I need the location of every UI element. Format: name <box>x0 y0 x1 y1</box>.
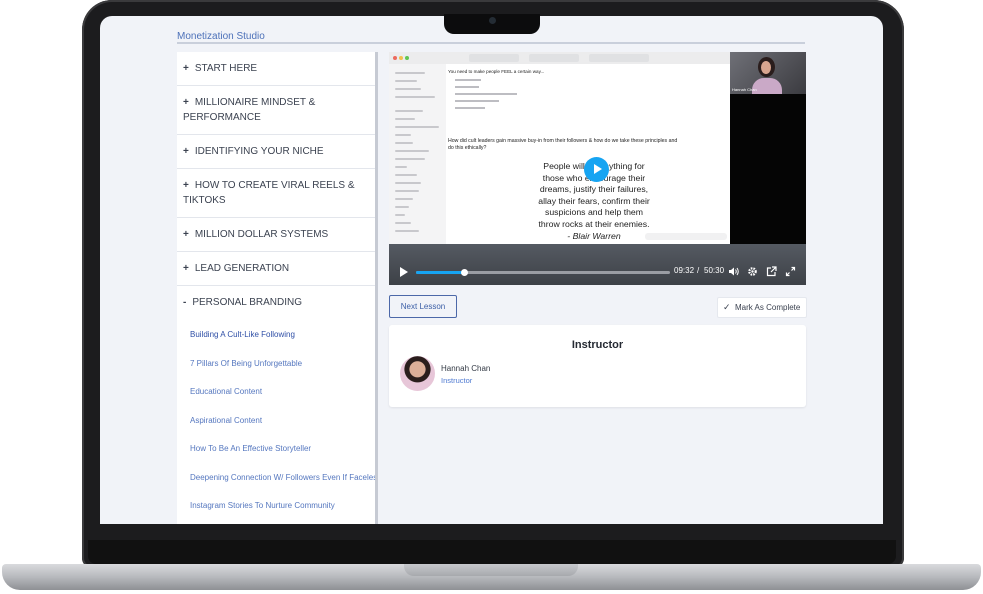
doc-heading: You need to make people FEEL a certain w… <box>448 69 545 74</box>
volume-icon[interactable] <box>728 266 739 277</box>
recorded-tab <box>469 54 519 62</box>
doc-bullet <box>455 93 517 95</box>
module-identifying-niche[interactable]: + IDENTIFYING YOUR NICHE <box>177 135 375 169</box>
sidebar-scrollbar[interactable] <box>375 52 378 524</box>
doc-bullet <box>455 86 479 88</box>
lesson-item[interactable]: Deepening Connection W/ Followers Even I… <box>177 464 375 493</box>
progress-scrubber[interactable] <box>460 269 468 276</box>
video-player[interactable]: You need to make people FEEL a certain w… <box>389 52 806 285</box>
doc-bullet <box>455 100 499 102</box>
next-lesson-button[interactable]: Next Lesson <box>389 295 457 318</box>
webcam-name-label: Hannah Chan <box>732 87 757 92</box>
expand-icon: + <box>183 97 189 108</box>
module-title: START HERE <box>194 63 258 74</box>
module-title: IDENTIFYING YOUR NICHE <box>194 146 324 157</box>
module-millionaire-mindset[interactable]: + MILLIONAIRE MINDSET & PERFORMANCE <box>177 86 375 135</box>
module-viral-reels[interactable]: + HOW TO CREATE VIRAL REELS & TIKTOKS <box>177 169 375 218</box>
lesson-item[interactable]: Educational Content <box>177 378 375 407</box>
minimize-dot-icon <box>399 56 403 60</box>
module-title: MILLION DOLLAR SYSTEMS <box>194 229 329 240</box>
expand-icon: + <box>183 180 189 191</box>
close-dot-icon <box>393 56 397 60</box>
settings-gear-icon[interactable] <box>747 266 758 277</box>
brand-title[interactable]: Monetization Studio <box>177 31 265 42</box>
progress-bar[interactable] <box>416 269 670 276</box>
mark-complete-button[interactable]: ✓ Mark As Complete <box>717 297 807 318</box>
quote-line: allay their fears, confirm their <box>538 195 650 206</box>
module-start-here[interactable]: + START HERE <box>177 52 375 86</box>
lesson-item[interactable]: Instagram Stories To Nurture Community <box>177 492 375 521</box>
recorded-tab <box>589 54 649 62</box>
presenter-face <box>761 61 771 74</box>
doc-question: How did cult leaders gain massive buy-in… <box>448 138 678 151</box>
quote-line: throw rocks at their enemies. <box>538 218 650 229</box>
recorded-sidebar <box>389 64 447 244</box>
zoom-dot-icon <box>405 56 409 60</box>
module-title: LEAD GENERATION <box>194 263 290 274</box>
instructor-card: Instructor Hannah Chan Instructor <box>389 325 806 407</box>
camera-notch <box>444 14 540 34</box>
webcam-letterbox <box>730 94 806 244</box>
time-separator: / <box>697 266 700 275</box>
instructor-role-link[interactable]: Instructor <box>441 376 472 385</box>
popout-icon[interactable] <box>766 266 777 277</box>
fullscreen-icon[interactable] <box>785 266 796 277</box>
lesson-item[interactable]: 7 Pillars Of Being Unforgettable <box>177 350 375 379</box>
module-million-dollar-systems[interactable]: + MILLION DOLLAR SYSTEMS <box>177 218 375 252</box>
checkmark-icon: ✓ <box>723 302 731 312</box>
expand-icon: + <box>183 263 189 274</box>
play-icon <box>594 164 602 174</box>
lesson-item[interactable]: Aspirational Content <box>177 407 375 436</box>
module-lead-generation[interactable]: + LEAD GENERATION <box>177 252 375 286</box>
recorded-hint-bar <box>645 233 727 240</box>
play-pause-icon[interactable] <box>400 267 408 277</box>
laptop-opening-notch <box>404 564 578 576</box>
quote-line: suspicions and help them <box>544 207 644 218</box>
doc-bullet <box>455 107 485 109</box>
webcam-overlay: Hannah Chan <box>730 52 806 94</box>
module-title: PERSONAL BRANDING <box>192 297 302 308</box>
expand-icon: + <box>183 63 189 74</box>
lesson-list: Building A Cult-Like Following 7 Pillars… <box>177 319 375 521</box>
module-personal-branding[interactable]: - PERSONAL BRANDING <box>177 286 375 319</box>
recorded-tab <box>529 54 579 62</box>
instructor-name: Hannah Chan <box>441 364 491 373</box>
course-screen: Monetization Studio + START HERE + MILLION… <box>100 16 883 524</box>
expand-icon: + <box>183 146 189 157</box>
quote-author: - Blair Warren <box>567 230 621 241</box>
doc-bullet <box>455 79 481 81</box>
laptop-chin <box>88 540 896 564</box>
header-divider <box>177 42 805 44</box>
module-title: MILLIONAIRE MINDSET & PERFORMANCE <box>183 97 316 123</box>
instructor-avatar <box>400 356 435 391</box>
collapse-icon: - <box>183 297 187 308</box>
video-controls: 09:32 / 50:30 <box>389 244 806 285</box>
quote-line: dreams, justify their failures, <box>539 184 649 195</box>
expand-icon: + <box>183 229 189 240</box>
progress-fill <box>416 271 464 274</box>
course-sidebar: + START HERE + MILLIONAIRE MINDSET & PERFO… <box>177 52 375 524</box>
duration: 50:30 <box>704 266 725 275</box>
current-time: 09:32 <box>674 266 695 275</box>
big-play-button[interactable] <box>584 157 609 182</box>
instructor-heading: Instructor <box>571 339 624 351</box>
lesson-item-active[interactable]: Building A Cult-Like Following <box>177 321 375 350</box>
mark-complete-label: Mark As Complete <box>735 303 801 312</box>
webcam-lens-icon <box>489 17 496 24</box>
lesson-item[interactable]: How To Be An Effective Storyteller <box>177 435 375 464</box>
module-title: HOW TO CREATE VIRAL REELS & TIKTOKS <box>183 180 355 206</box>
